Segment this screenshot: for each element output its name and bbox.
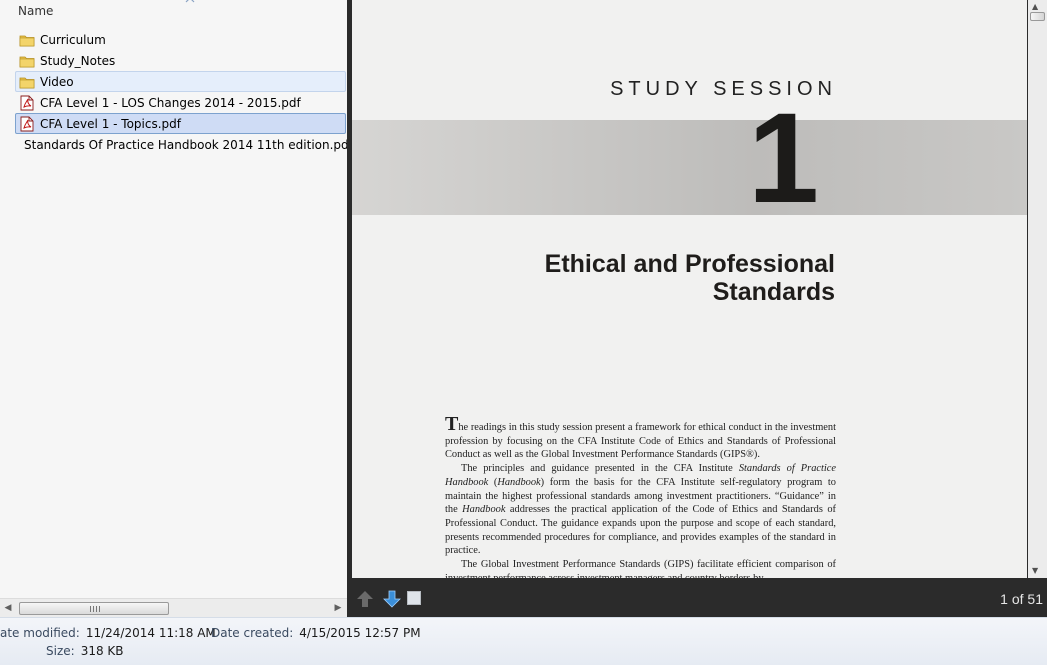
preview-pane: STUDY SESSION 1 Ethical and Professional… xyxy=(347,0,1047,617)
file-item-curriculum[interactable]: Curriculum xyxy=(15,29,346,50)
file-item-video[interactable]: Video xyxy=(15,71,346,92)
session-band xyxy=(352,120,1027,215)
arrow-up-icon[interactable] xyxy=(355,589,375,609)
pdf-file-icon xyxy=(20,95,34,110)
file-item-topics-pdf[interactable]: CFA Level 1 - Topics.pdf xyxy=(15,113,346,134)
scrollbar-thumb[interactable] xyxy=(1030,12,1045,21)
page-title-line-2: Standards xyxy=(712,278,835,306)
page-fit-icon[interactable] xyxy=(407,591,421,605)
body-text: The principles and guidance presented in… xyxy=(461,463,739,475)
file-size: Size: 318 KB xyxy=(46,644,124,658)
drop-cap: T xyxy=(445,413,459,435)
file-item-label: CFA Level 1 - Topics.pdf xyxy=(40,116,181,131)
date-created: Date created: 4/15/2015 12:57 PM xyxy=(211,626,421,640)
pdf-file-icon xyxy=(20,116,34,131)
name-column-header[interactable]: Name xyxy=(0,0,348,24)
sort-arrow-icon xyxy=(185,0,195,3)
page-indicator: 1 of 51 xyxy=(1000,591,1043,607)
folder-icon xyxy=(19,35,35,46)
file-item-standards-handbook-pdf[interactable]: Standards Of Practice Handbook 2014 11th… xyxy=(15,134,353,155)
scroll-right-icon[interactable]: ▶ xyxy=(333,603,343,613)
file-item-label: Video xyxy=(40,74,74,89)
folder-icon xyxy=(19,56,35,67)
page-title-line-1: Ethical and Professional xyxy=(544,250,835,278)
file-item-label: Study_Notes xyxy=(40,53,116,68)
file-item-label: CFA Level 1 - LOS Changes 2014 - 2015.pd… xyxy=(40,95,301,110)
arrow-down-icon[interactable] xyxy=(382,589,402,609)
body-emphasis: Handbook xyxy=(497,476,541,488)
pdf-page[interactable]: STUDY SESSION 1 Ethical and Professional… xyxy=(352,0,1027,578)
scroll-down-icon[interactable]: ▼ xyxy=(1032,566,1038,575)
name-column-label: Name xyxy=(18,4,54,18)
folder-icon xyxy=(19,77,35,88)
session-number: 1 xyxy=(747,87,819,230)
date-modified: ate modified: 11/24/2014 11:18 AM xyxy=(0,626,216,640)
vertical-scrollbar[interactable]: ▲ ▼ xyxy=(1028,0,1047,578)
scroll-up-icon[interactable]: ▲ xyxy=(1032,2,1038,11)
file-item-label: Curriculum xyxy=(40,32,106,47)
body-paragraph-1: The readings in this study session prese… xyxy=(445,414,836,462)
date-modified-value: 11/24/2014 11:18 AM xyxy=(85,626,216,640)
page-title: Ethical and Professional Standards xyxy=(415,250,835,306)
date-modified-label: ate modified: xyxy=(0,626,80,640)
body-paragraph-2: The principles and guidance presented in… xyxy=(445,462,836,558)
date-created-value: 4/15/2015 12:57 PM xyxy=(299,626,421,640)
file-item-los-changes-pdf[interactable]: CFA Level 1 - LOS Changes 2014 - 2015.pd… xyxy=(15,92,346,113)
grip-icon xyxy=(90,606,100,612)
size-label: Size: xyxy=(46,644,75,658)
file-item-label: Standards Of Practice Handbook 2014 11th… xyxy=(24,137,353,152)
details-pane: ate modified: 11/24/2014 11:18 AM Date cr… xyxy=(0,617,1047,665)
file-item-study-notes[interactable]: Study_Notes xyxy=(15,50,346,71)
body-paragraph-3: The Global Investment Performance Standa… xyxy=(445,559,836,578)
body-text: he readings in this study session presen… xyxy=(445,422,836,461)
scrollbar-thumb[interactable] xyxy=(19,602,169,615)
page-body-text: The readings in this study session prese… xyxy=(445,414,836,578)
body-text: ( xyxy=(488,476,498,488)
preview-toolbar: 1 of 51 xyxy=(347,578,1047,617)
scroll-left-icon[interactable]: ◀ xyxy=(3,603,13,613)
file-list-pane: Name Curriculum Study_Notes Video CFA Le… xyxy=(0,0,353,617)
date-created-label: Date created: xyxy=(211,626,294,640)
horizontal-scrollbar[interactable]: ◀ ▶ xyxy=(0,598,348,617)
size-value: 318 KB xyxy=(80,644,124,658)
body-emphasis: Handbook xyxy=(462,504,506,516)
